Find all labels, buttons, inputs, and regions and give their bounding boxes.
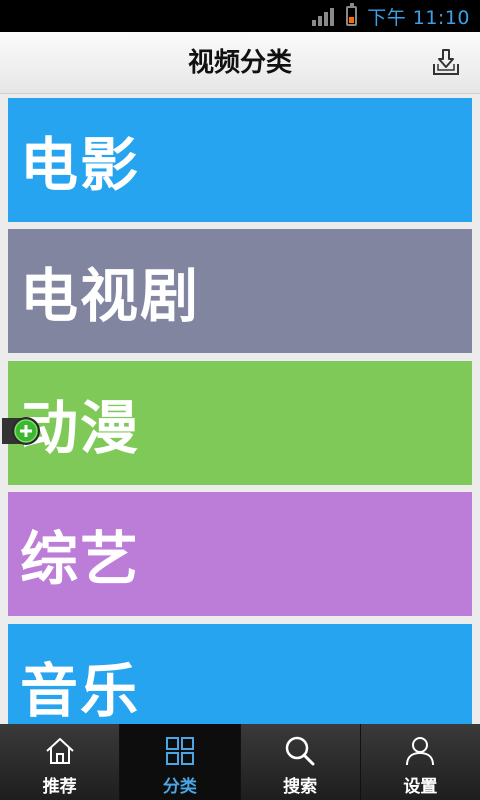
tab-label: 推荐 xyxy=(42,777,77,797)
battery-icon xyxy=(346,3,358,26)
download-button[interactable] xyxy=(430,46,462,78)
category-list: 电影 电视剧 动漫 综艺 音乐 xyxy=(0,94,480,724)
tab-recommend[interactable]: 推荐 xyxy=(0,724,119,800)
category-label: 电影 xyxy=(20,131,141,199)
tab-label: 设置 xyxy=(403,777,438,797)
tab-settings[interactable]: 设置 xyxy=(359,724,480,800)
tab-label: 分类 xyxy=(162,777,197,797)
home-icon xyxy=(45,738,74,764)
category-label: 电视剧 xyxy=(20,262,201,330)
bottom-tab-bar: 推荐 分类 搜索 设置 xyxy=(0,724,480,800)
status-bar: 下午 11:10 xyxy=(0,0,480,32)
category-anime[interactable]: 动漫 xyxy=(8,361,472,485)
category-tv-series[interactable]: 电视剧 xyxy=(8,229,472,353)
page-title: 视频分类 xyxy=(187,48,292,78)
tab-category[interactable]: 分类 xyxy=(119,724,240,800)
download-icon xyxy=(433,49,459,75)
search-icon xyxy=(285,736,315,766)
status-time: 下午 11:10 xyxy=(367,6,470,29)
category-music[interactable]: 音乐 xyxy=(8,624,472,724)
signal-icon xyxy=(312,6,335,26)
category-movie[interactable]: 电影 xyxy=(8,98,472,222)
user-icon xyxy=(406,737,435,766)
tab-label: 搜索 xyxy=(283,777,318,797)
grid-icon xyxy=(165,737,194,765)
floating-add-button[interactable] xyxy=(2,412,44,450)
title-bar: 视频分类 xyxy=(0,32,480,94)
category-variety[interactable]: 综艺 xyxy=(8,492,472,616)
category-label: 音乐 xyxy=(20,657,141,724)
tab-search[interactable]: 搜索 xyxy=(239,724,360,800)
plus-circle-icon xyxy=(2,417,40,445)
category-label: 综艺 xyxy=(20,525,141,593)
